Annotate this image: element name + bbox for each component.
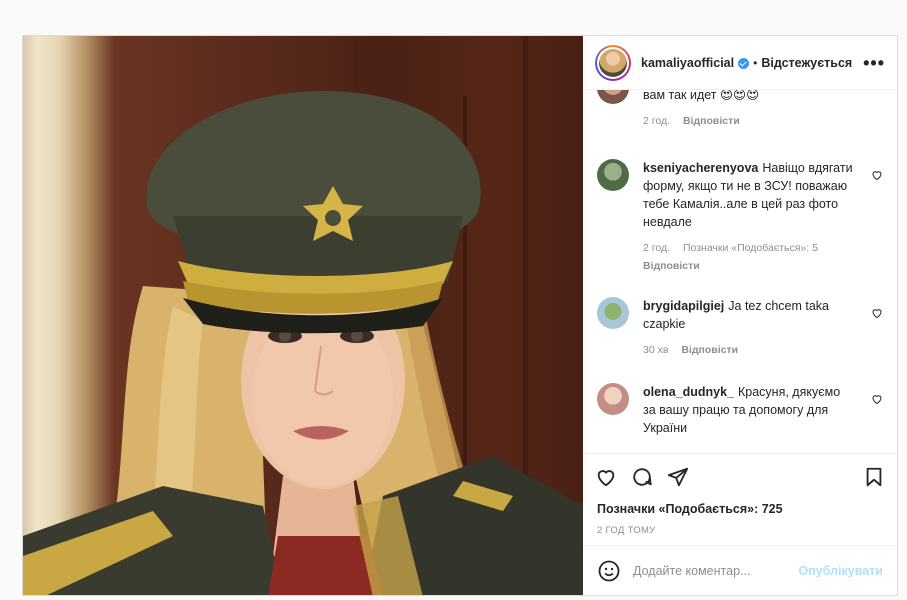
comment-meta: 2 год. Позначки «Подобається»: 5 Відпові… — [643, 239, 883, 275]
comment-icon[interactable] — [631, 466, 653, 488]
reply-button[interactable]: Відповісти — [683, 115, 740, 127]
comment-meta: 30 хв Відповісти — [643, 341, 883, 359]
post-header: kamaliyaofficial • Відстежується ••• — [583, 36, 897, 90]
photo-illustration — [23, 36, 583, 595]
add-comment-bar: Опублікувати — [583, 545, 897, 595]
author-avatar[interactable] — [595, 44, 631, 81]
author-username[interactable]: kamaliyaofficial — [641, 56, 734, 70]
bookmark-icon[interactable] — [863, 466, 885, 488]
comment-item: kseniyacherenyova Навіщо вдягати форму, я… — [597, 159, 883, 275]
heart-icon[interactable] — [595, 466, 617, 488]
comment-time: 30 хв — [643, 344, 669, 356]
like-comment-heart-icon[interactable] — [871, 307, 883, 319]
comment-item: olena_dudnyk_ Красуня, дякуємо за вашу пр… — [597, 383, 883, 437]
comment-meta: 2 год. Відповісти — [643, 112, 883, 130]
like-comment-heart-icon[interactable] — [871, 393, 883, 405]
publish-button[interactable]: Опублікувати — [798, 564, 883, 578]
post-time[interactable]: 2 ГОД ТОМУ — [583, 519, 897, 545]
like-comment-heart-icon[interactable] — [871, 169, 883, 181]
verified-icon — [738, 58, 750, 69]
commenter-avatar[interactable] — [597, 383, 629, 415]
post-photo[interactable] — [23, 36, 583, 595]
comments-list[interactable]: вам так идет 😍😍😍 2 год. Відповісти kseni… — [583, 90, 897, 453]
comment-item: вам так идет 😍😍😍 2 год. Відповісти — [597, 90, 883, 130]
comment-username[interactable]: brygidapilgiej — [643, 299, 724, 313]
emoji-icon[interactable] — [597, 559, 621, 583]
comment-time: 2 год. — [643, 115, 671, 127]
commenter-avatar[interactable] — [597, 159, 629, 191]
commenter-avatar[interactable] — [597, 90, 629, 104]
instagram-post: kamaliyaofficial • Відстежується ••• вам… — [22, 35, 898, 596]
avatar-image — [599, 48, 627, 77]
comment-username[interactable]: kseniyacherenyova — [643, 161, 758, 175]
post-actions — [583, 453, 897, 499]
comment-item: brygidapilgiej Ja tez chcem taka czapkie … — [597, 297, 883, 359]
separator-dot: • — [753, 55, 758, 70]
post-sidebar: kamaliyaofficial • Відстежується ••• вам… — [583, 36, 897, 595]
comment-username[interactable]: olena_dudnyk_ — [643, 385, 734, 399]
comment-likes[interactable]: Позначки «Подобається»: 5 — [683, 242, 818, 254]
more-icon[interactable]: ••• — [863, 54, 885, 72]
comment-text: вам так идет 😍😍😍 — [643, 90, 760, 102]
following-button[interactable]: Відстежується — [761, 56, 852, 70]
likes-count[interactable]: Позначки «Подобається»: 725 — [583, 499, 897, 519]
share-icon[interactable] — [667, 466, 689, 488]
reply-button[interactable]: Відповісти — [681, 344, 738, 356]
reply-button[interactable]: Відповісти — [643, 260, 700, 272]
comment-input[interactable] — [633, 563, 799, 578]
commenter-avatar[interactable] — [597, 297, 629, 329]
comment-time: 2 год. — [643, 242, 671, 254]
